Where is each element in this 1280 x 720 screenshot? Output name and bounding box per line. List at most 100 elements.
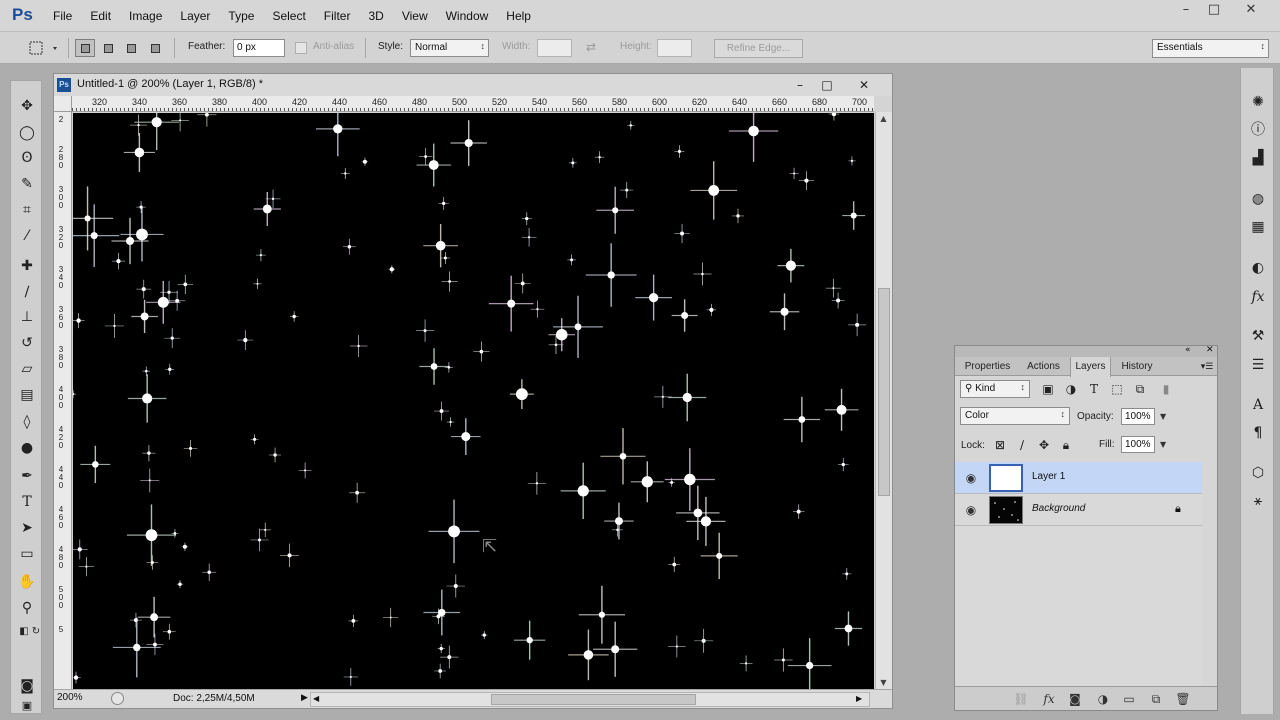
menu-image[interactable]: Image	[120, 9, 171, 23]
vertical-ruler[interactable]: 2 2 8 0 3 0 0 3 2 0 3 4 0 3 6 0 3 8 0 4 0 0 4 2 …	[54, 112, 72, 690]
menu-help[interactable]: Help	[497, 9, 540, 23]
new-selection-button[interactable]	[75, 39, 95, 57]
close-button[interactable]: ✕	[1240, 2, 1262, 18]
filter-type-icon[interactable]: T	[1086, 381, 1102, 397]
layer-row[interactable]: ◉ Background 🔒︎	[955, 494, 1202, 526]
scroll-left-icon[interactable]: ◀	[313, 694, 319, 703]
navigator-icon[interactable]: ✺	[1248, 92, 1268, 112]
filter-smart-object-icon[interactable]: ⧉	[1132, 381, 1148, 397]
height-input[interactable]	[657, 39, 692, 57]
layer-style-icon[interactable]: fx	[1041, 691, 1057, 707]
screen-mode-icon[interactable]: ▣	[16, 695, 38, 717]
menu-select[interactable]: Select	[263, 9, 314, 23]
history-brush-icon[interactable]: ↺	[16, 332, 38, 354]
panel-menu-icon[interactable]: ▾☰	[1198, 357, 1216, 376]
scroll-down-icon[interactable]: ▼	[876, 678, 891, 687]
doc-restore-button[interactable]: □	[817, 76, 837, 94]
menu-view[interactable]: View	[393, 9, 437, 23]
delete-layer-icon[interactable]: 🗑︎	[1175, 691, 1191, 707]
new-layer-icon[interactable]: ⧉	[1148, 691, 1164, 707]
dodge-icon[interactable]: ●	[16, 437, 38, 459]
layer-name[interactable]: Layer 1	[1032, 471, 1065, 482]
workspace-select[interactable]: Essentials	[1152, 39, 1269, 58]
status-icon[interactable]	[111, 692, 124, 705]
restore-button[interactable]: □	[1203, 2, 1225, 18]
quick-selection-icon[interactable]: ✎	[16, 173, 38, 195]
menu-file[interactable]: File	[44, 9, 81, 23]
gradient-icon[interactable]: ▤	[16, 384, 38, 406]
tool-preset-picker[interactable]	[27, 39, 63, 57]
scroll-right-icon[interactable]: ▶	[856, 694, 862, 703]
crop-icon[interactable]: ⌗	[16, 199, 38, 221]
paragraph-icon[interactable]: ¶	[1248, 423, 1268, 443]
lock-image-icon[interactable]: ∕	[1014, 437, 1030, 453]
elliptical-marquee-icon[interactable]: ◯	[16, 122, 38, 144]
path-selection-icon[interactable]: ➤	[16, 517, 38, 539]
menu-edit[interactable]: Edit	[81, 9, 120, 23]
style-select[interactable]: Normal	[410, 39, 489, 57]
info-icon[interactable]: ⓘ	[1248, 120, 1268, 140]
filter-toggle-icon[interactable]: ▮	[1158, 381, 1174, 397]
adjustments-icon[interactable]: ◐	[1248, 258, 1268, 278]
hand-icon[interactable]: ✋	[16, 571, 38, 593]
panel-close-icon[interactable]: ✕	[1206, 345, 1214, 355]
menu-filter[interactable]: Filter	[315, 9, 360, 23]
layer-mask-icon[interactable]: ◙	[1067, 691, 1083, 707]
add-selection-button[interactable]	[98, 39, 118, 57]
filter-adjustment-icon[interactable]: ◑	[1063, 381, 1079, 397]
swap-colors-icon[interactable]: ↻	[25, 621, 47, 643]
antialias-checkbox[interactable]	[295, 42, 307, 54]
tab-layers[interactable]: Layers	[1070, 357, 1111, 377]
document-tab[interactable]: Ps Untitled-1 @ 200% (Layer 1, RGB/8) * …	[54, 74, 892, 96]
doc-minimize-button[interactable]: –	[790, 76, 810, 94]
scroll-up-icon[interactable]: ▲	[876, 114, 891, 123]
menu-3d[interactable]: 3D	[359, 9, 392, 23]
fill-dropdown-icon[interactable]: ▼	[1160, 440, 1166, 449]
visibility-eye-icon[interactable]: ◉	[963, 502, 979, 518]
color-icon[interactable]: ◍	[1248, 189, 1268, 209]
refine-edge-button[interactable]: Refine Edge...	[714, 39, 803, 58]
swap-icon[interactable]: ⇄	[586, 40, 602, 58]
filter-shape-icon[interactable]: ⬚	[1109, 381, 1125, 397]
clone-stamp-icon[interactable]: ⊥	[16, 306, 38, 328]
fill-input[interactable]: 100%	[1121, 436, 1155, 453]
lock-position-icon[interactable]: ✥	[1036, 437, 1052, 453]
measurement-icon[interactable]: ⚹	[1248, 491, 1268, 511]
horizontal-scroll-thumb[interactable]	[491, 694, 696, 705]
vertical-scroll-thumb[interactable]	[878, 288, 890, 496]
menu-layer[interactable]: Layer	[171, 9, 219, 23]
histogram-icon[interactable]: ▟	[1248, 148, 1268, 168]
horizontal-ruler[interactable]: 320 340 360 380 400 420 440 460 480 500 520 540 560 5…	[72, 96, 874, 112]
rectangle-icon[interactable]: ▭	[16, 543, 38, 565]
brush-icon[interactable]: ∕	[16, 281, 38, 303]
collapse-icon[interactable]: «	[1185, 345, 1191, 355]
link-layers-icon[interactable]: ⛓	[1013, 691, 1029, 707]
pen-icon[interactable]: ✒	[16, 465, 38, 487]
lock-transparent-icon[interactable]: ⊠	[992, 437, 1008, 453]
vertical-scrollbar[interactable]: ▲ ▼	[875, 112, 892, 690]
opacity-input[interactable]: 100%	[1121, 408, 1155, 425]
menu-window[interactable]: Window	[437, 9, 498, 23]
type-tool-icon[interactable]: T	[16, 491, 38, 513]
status-menu-arrow-icon[interactable]: ▶	[301, 693, 308, 703]
quick-mask-icon[interactable]: ◙	[16, 675, 38, 697]
eraser-icon[interactable]: ▱	[16, 358, 38, 380]
canvas[interactable]	[73, 113, 874, 690]
tab-actions[interactable]: Actions	[1019, 357, 1068, 376]
styles-icon[interactable]: fx	[1248, 287, 1268, 307]
zoom-level[interactable]: 200%	[57, 692, 97, 706]
width-input[interactable]	[537, 39, 572, 57]
horizontal-scrollbar[interactable]: ◀ ▶	[310, 692, 870, 707]
blur-icon[interactable]: ◊	[16, 411, 38, 433]
move-tool-icon[interactable]: ✥	[16, 95, 38, 117]
swatches-icon[interactable]: ▦	[1248, 217, 1268, 237]
tab-properties[interactable]: Properties	[958, 357, 1017, 376]
eyedropper-icon[interactable]: ⁄	[16, 225, 38, 247]
brush-presets-icon[interactable]: ☰	[1248, 355, 1268, 375]
minimize-button[interactable]: –	[1175, 2, 1197, 18]
filter-pixel-icon[interactable]: ▣	[1040, 381, 1056, 397]
zoom-icon[interactable]: ⚲	[16, 597, 38, 619]
subtract-selection-button[interactable]	[121, 39, 141, 57]
visibility-eye-icon[interactable]: ◉	[963, 470, 979, 486]
ruler-origin[interactable]	[54, 96, 72, 112]
